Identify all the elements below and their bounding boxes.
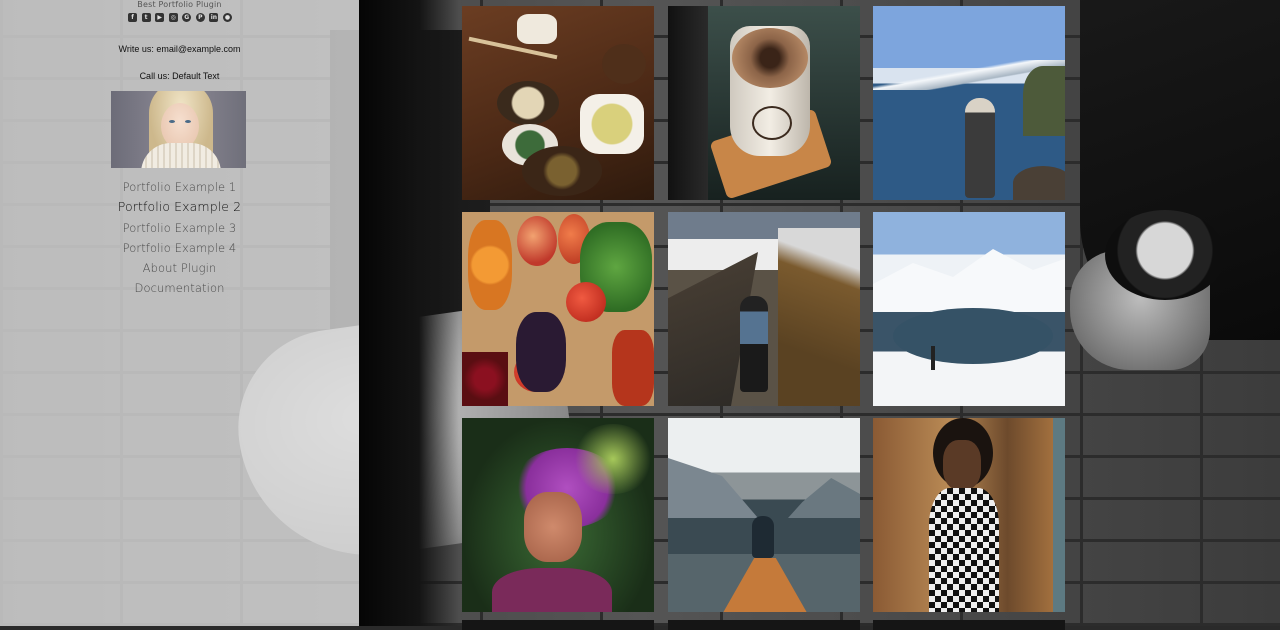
portfolio-item-woman-dress[interactable] xyxy=(873,418,1065,612)
contact-email: Write us: email@example.com xyxy=(118,44,241,54)
twitter-icon[interactable]: t xyxy=(141,12,151,22)
portfolio-item-pier-lake[interactable] xyxy=(668,418,860,612)
google-plus-icon[interactable]: G xyxy=(182,12,192,22)
site-title: Best Portfolio Plugin xyxy=(137,0,222,9)
portfolio-item-food-bowls[interactable] xyxy=(462,6,654,200)
linkedin-icon[interactable]: in xyxy=(209,12,219,22)
instagram-icon[interactable]: ◎ xyxy=(168,12,178,22)
facebook-icon[interactable]: f xyxy=(128,12,137,22)
portfolio-item-snowy-fjord[interactable] xyxy=(873,212,1065,406)
nav-item-portfolio-example-3[interactable]: Portfolio Example 3 xyxy=(0,218,359,238)
background-watch xyxy=(1105,210,1225,300)
background-shadow xyxy=(359,0,459,626)
nav-item-documentation[interactable]: Documentation xyxy=(0,278,359,298)
social-links: f t ▶ ◎ G P in ● xyxy=(128,11,232,23)
portfolio-item-vegetables[interactable] xyxy=(462,212,654,406)
portfolio-item-coffee[interactable] xyxy=(668,6,860,200)
nav-item-about-plugin[interactable]: About Plugin xyxy=(0,258,359,278)
sidebar: Best Portfolio Plugin f t ▶ ◎ G P in ● W… xyxy=(0,0,359,626)
avatar xyxy=(111,91,246,168)
pinterest-icon[interactable]: P xyxy=(195,12,205,22)
main-menu: Portfolio Example 1 Portfolio Example 2 … xyxy=(0,177,359,299)
youtube-icon[interactable]: ▶ xyxy=(155,12,165,22)
portfolio-item-mountain-lake[interactable] xyxy=(873,6,1065,200)
contact-phone: Call us: Default Text xyxy=(139,71,220,81)
nav-item-portfolio-example-1[interactable]: Portfolio Example 1 xyxy=(0,177,359,197)
nav-item-portfolio-example-4[interactable]: Portfolio Example 4 xyxy=(0,238,359,258)
nav-item-portfolio-example-2[interactable]: Portfolio Example 2 xyxy=(0,197,359,217)
portfolio-item-mountain-hiker[interactable] xyxy=(668,212,860,406)
portfolio-item-color-powder[interactable] xyxy=(462,418,654,612)
github-icon[interactable]: ● xyxy=(222,12,232,22)
